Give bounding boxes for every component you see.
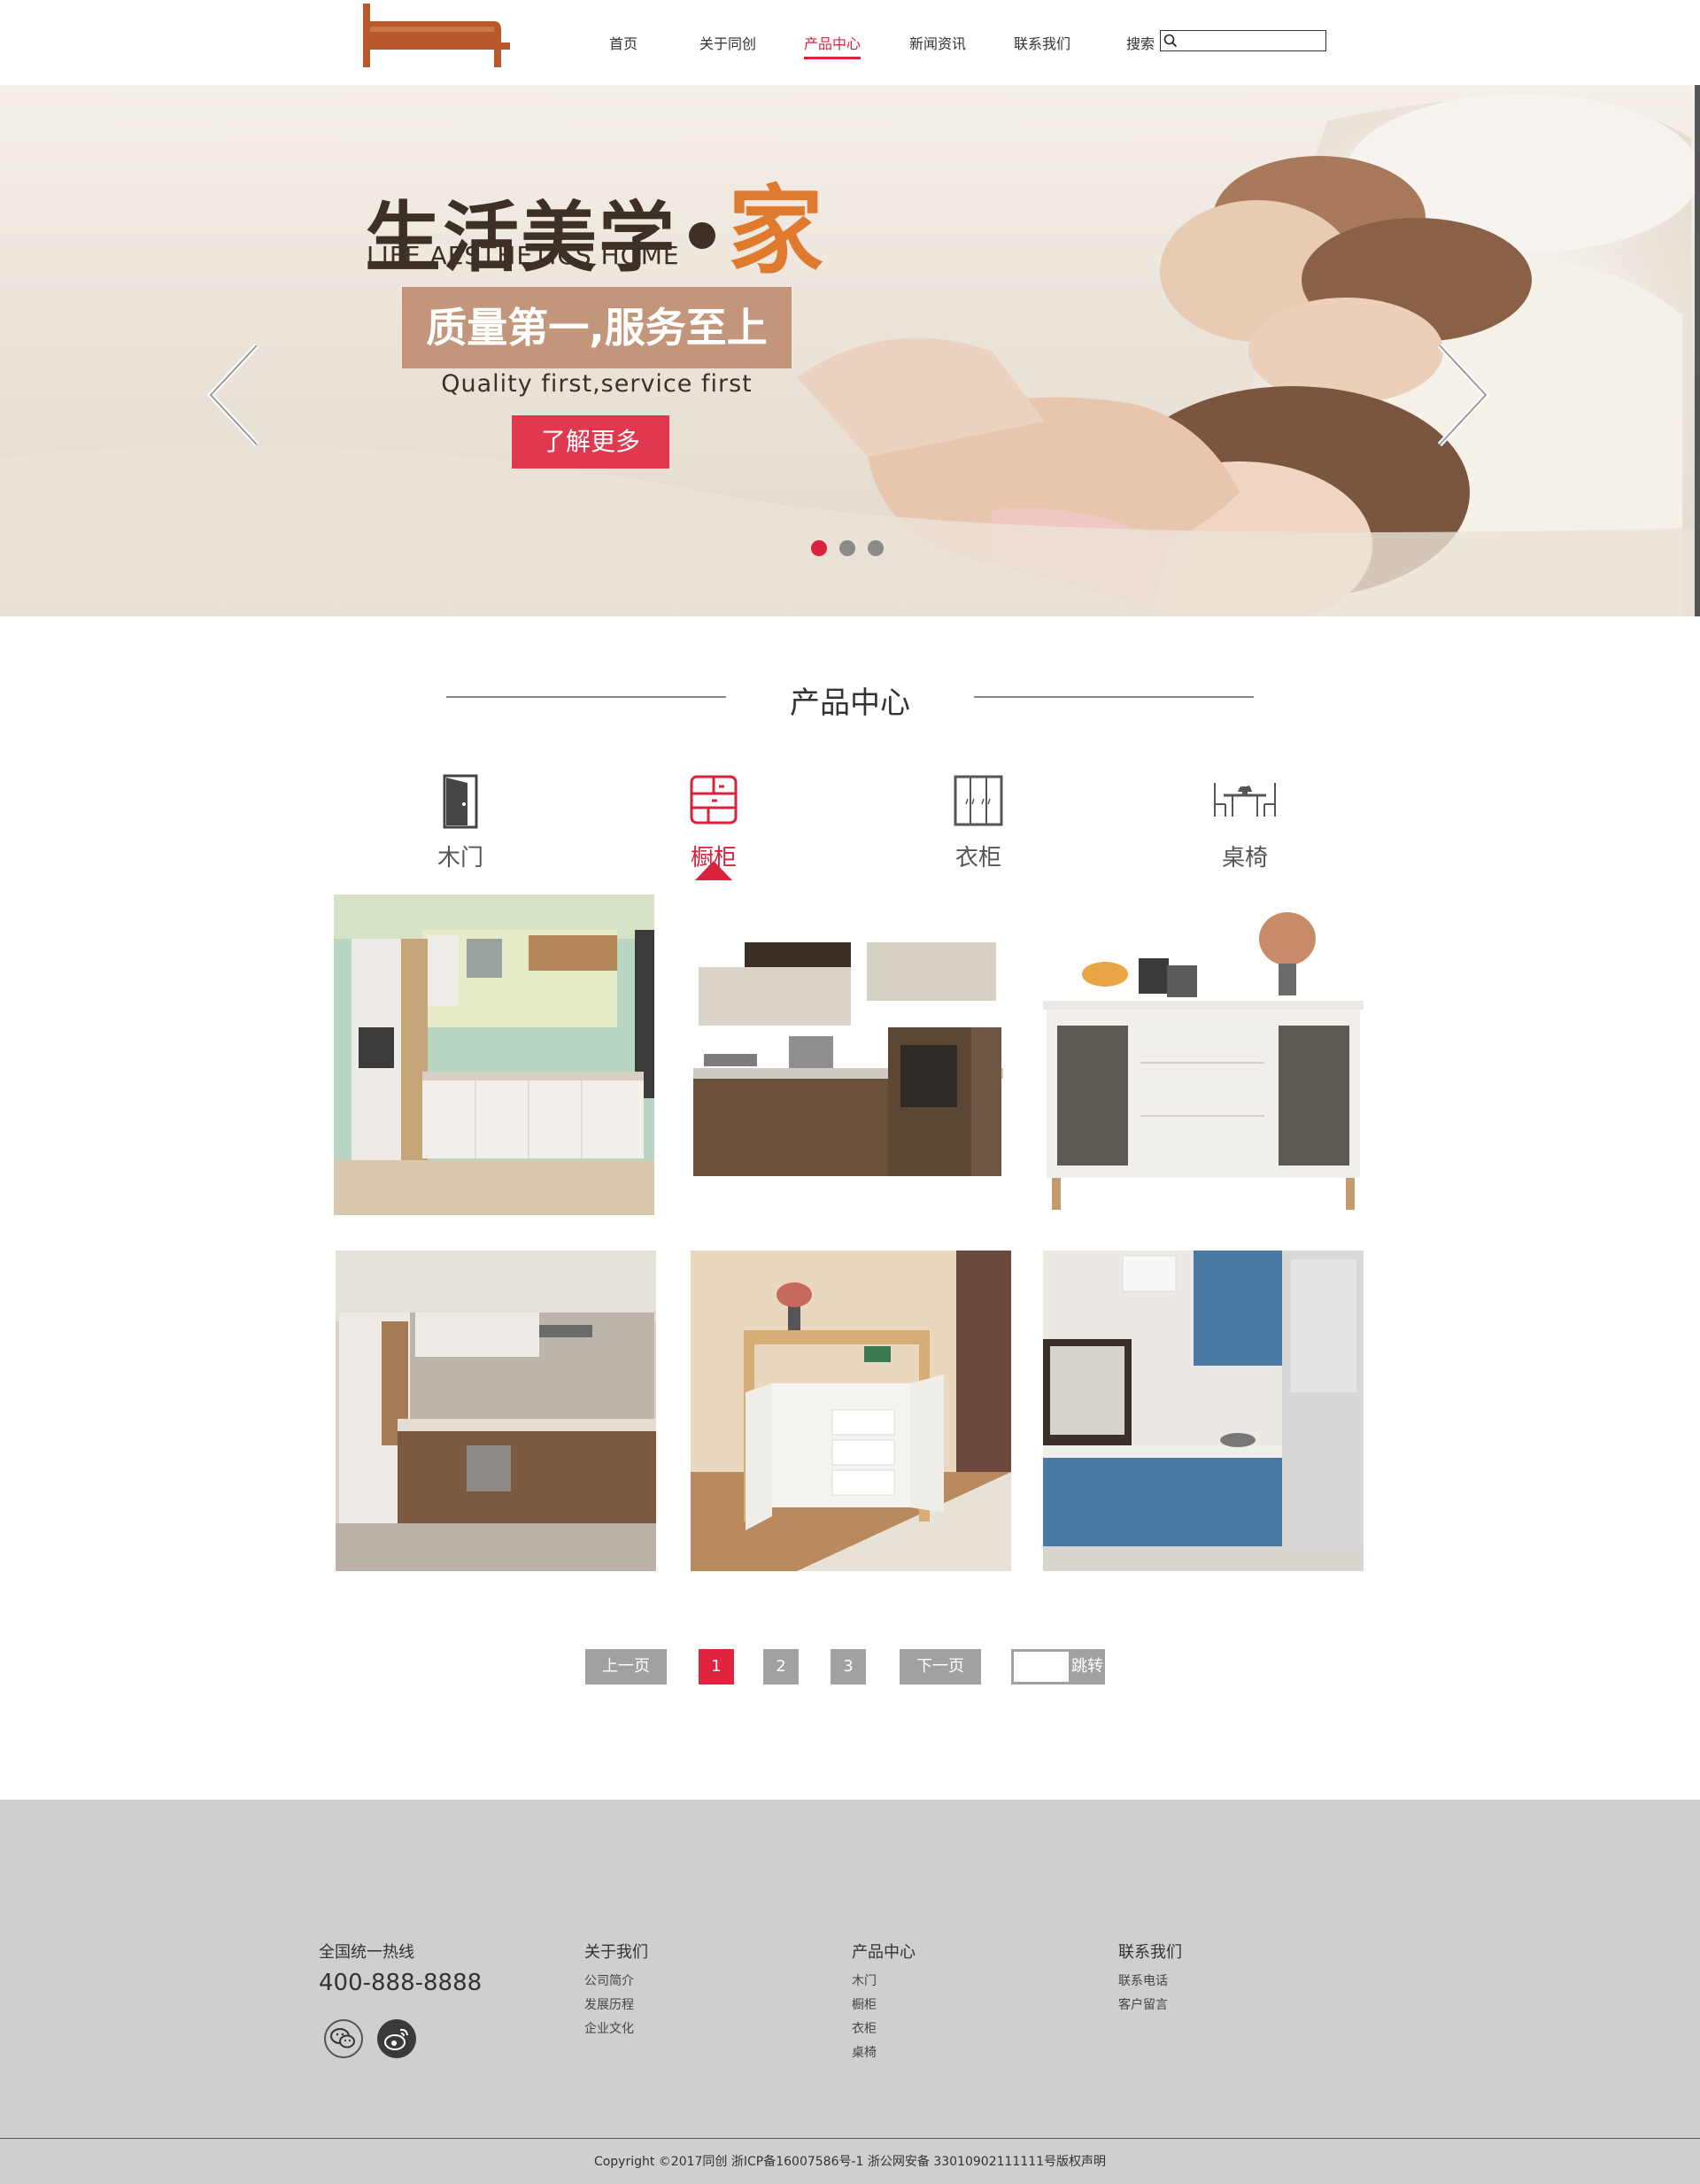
product-image-sideboard-open-doors xyxy=(691,1251,1011,1571)
footer-link[interactable]: 企业文化 xyxy=(584,2017,648,2041)
banner-title-accent: 家 xyxy=(728,176,826,287)
hero-banner: 生活美学家 LIFE AESTHETICS HOME 质量第一,服务至上 Qua… xyxy=(0,85,1700,616)
weibo-button[interactable] xyxy=(377,2019,416,2058)
category-label: 衣柜 xyxy=(954,845,1001,871)
product-image-sideboard-white-glass xyxy=(1043,895,1364,1215)
product-image-kitchen-white-mint xyxy=(334,895,654,1215)
wechat-icon xyxy=(330,2028,355,2048)
next-page-button[interactable]: 下一页 xyxy=(900,1649,981,1684)
category-tab-cabinet[interactable]: 橱柜 xyxy=(643,771,784,886)
category-tab-door[interactable]: 木门 xyxy=(390,771,531,886)
nav-item-news[interactable]: 新闻资讯 xyxy=(909,32,966,53)
hotline-number: 400-888-8888 xyxy=(319,1970,483,1996)
footer-link[interactable]: 联系电话 xyxy=(1118,1970,1182,1994)
title-dot xyxy=(689,221,715,249)
slide-dot-3[interactable] xyxy=(868,540,884,556)
table-chairs-icon xyxy=(1214,783,1276,817)
footer-link[interactable]: 衣柜 xyxy=(852,2017,916,2041)
footer-about: 关于我们 公司简介 发展历程 企业文化 xyxy=(584,1940,648,2041)
section-heading: 产品中心 xyxy=(0,678,1700,721)
banner-prev-arrow[interactable] xyxy=(204,342,266,448)
footer-link[interactable]: 公司简介 xyxy=(584,1970,648,1994)
wardrobe-icon xyxy=(954,775,1003,826)
site-header: TONGCHUANG 首页 关于同创 产品中心 新闻资讯 联系我们 搜索 xyxy=(0,0,1700,85)
banner-next-arrow[interactable] xyxy=(1431,342,1493,448)
product-card[interactable] xyxy=(336,1251,656,1571)
product-card[interactable] xyxy=(691,1251,1011,1571)
hotline-title: 全国统一热线 xyxy=(319,1943,414,1962)
site-footer: 全国统一热线 400-888-8888 关于我们 公司简介 发展历程 企业文化 … xyxy=(0,1800,1700,2184)
footer-link[interactable]: 桌椅 xyxy=(852,2041,916,2065)
page-jump: 跳转 xyxy=(1011,1649,1105,1684)
heading-line-right xyxy=(974,696,1254,698)
prev-page-button[interactable]: 上一页 xyxy=(585,1649,667,1684)
slide-dot-2[interactable] xyxy=(839,540,855,556)
page-button-3[interactable]: 3 xyxy=(831,1649,866,1684)
banner-slogan: 质量第一,服务至上 xyxy=(402,287,792,368)
cabinet-icon xyxy=(690,775,738,825)
footer-link[interactable]: 客户留言 xyxy=(1118,1994,1182,2017)
product-card[interactable] xyxy=(1043,895,1364,1215)
banner-title: 生活美学家 xyxy=(365,154,825,292)
wechat-button[interactable] xyxy=(324,2019,363,2058)
footer-hotline: 全国统一热线 400-888-8888 xyxy=(319,1940,482,1996)
footer-link[interactable]: 木门 xyxy=(852,1970,916,1994)
search-input[interactable] xyxy=(1180,33,1322,49)
search-icon xyxy=(1163,34,1178,48)
page-button-1[interactable]: 1 xyxy=(699,1649,734,1684)
page-jump-button[interactable]: 跳转 xyxy=(1070,1649,1105,1684)
footer-link[interactable]: 发展历程 xyxy=(584,1994,648,2017)
weibo-icon xyxy=(384,2028,408,2050)
door-icon xyxy=(443,774,478,829)
pagination: 上一页 1 2 3 下一页 跳转 xyxy=(0,1649,1700,1684)
search-box[interactable] xyxy=(1160,30,1326,51)
chevron-left-icon xyxy=(206,343,259,447)
search-label: 搜索 xyxy=(1126,35,1155,52)
banner-slogan-en: Quality first,service first xyxy=(441,370,753,398)
slide-dot-1[interactable] xyxy=(811,540,827,556)
footer-divider xyxy=(0,2138,1700,2139)
learn-more-button[interactable]: 了解更多 xyxy=(512,415,669,469)
nav-item-about[interactable]: 关于同创 xyxy=(699,32,756,53)
product-card[interactable] xyxy=(1043,1251,1364,1571)
footer-products: 产品中心 木门 橱柜 衣柜 桌椅 xyxy=(852,1940,916,2065)
nav-item-contact[interactable]: 联系我们 xyxy=(1014,32,1070,53)
product-card[interactable] xyxy=(690,895,1010,1215)
category-label: 桌椅 xyxy=(1221,845,1268,871)
product-image-kitchen-l-shaped-wood xyxy=(336,1251,656,1571)
active-tab-indicator xyxy=(695,861,732,880)
footer-contact-title: 联系我们 xyxy=(1118,1943,1182,1962)
footer-about-title: 关于我们 xyxy=(584,1943,648,1962)
product-card[interactable] xyxy=(334,895,654,1215)
product-image-kitchen-blue xyxy=(1043,1251,1364,1571)
product-image-kitchen-wood-white xyxy=(690,895,1010,1215)
page-jump-input[interactable] xyxy=(1014,1652,1069,1682)
copyright-text: Copyright ©2017同创 浙ICP备16007586号-1 浙公网安备… xyxy=(593,2155,1107,2169)
nav-item-home[interactable]: 首页 xyxy=(609,32,638,53)
footer-contact: 联系我们 联系电话 客户留言 xyxy=(1118,1940,1182,2017)
banner-subtitle-en: LIFE AESTHETICS HOME xyxy=(367,241,680,270)
section-title: 产品中心 xyxy=(790,685,910,721)
category-tab-wardrobe[interactable]: 衣柜 xyxy=(908,771,1049,886)
category-tab-table-chairs[interactable]: 桌椅 xyxy=(1174,771,1316,886)
footer-products-title: 产品中心 xyxy=(852,1943,916,1962)
main-nav: 首页 关于同创 产品中心 新闻资讯 联系我们 搜索 xyxy=(0,30,1700,59)
nav-item-products[interactable]: 产品中心 xyxy=(804,32,862,59)
chevron-right-icon xyxy=(1437,343,1490,447)
footer-link[interactable]: 橱柜 xyxy=(852,1994,916,2017)
page-button-2[interactable]: 2 xyxy=(763,1649,799,1684)
category-label: 木门 xyxy=(437,845,483,871)
banner-scroll-edge xyxy=(1695,85,1700,616)
